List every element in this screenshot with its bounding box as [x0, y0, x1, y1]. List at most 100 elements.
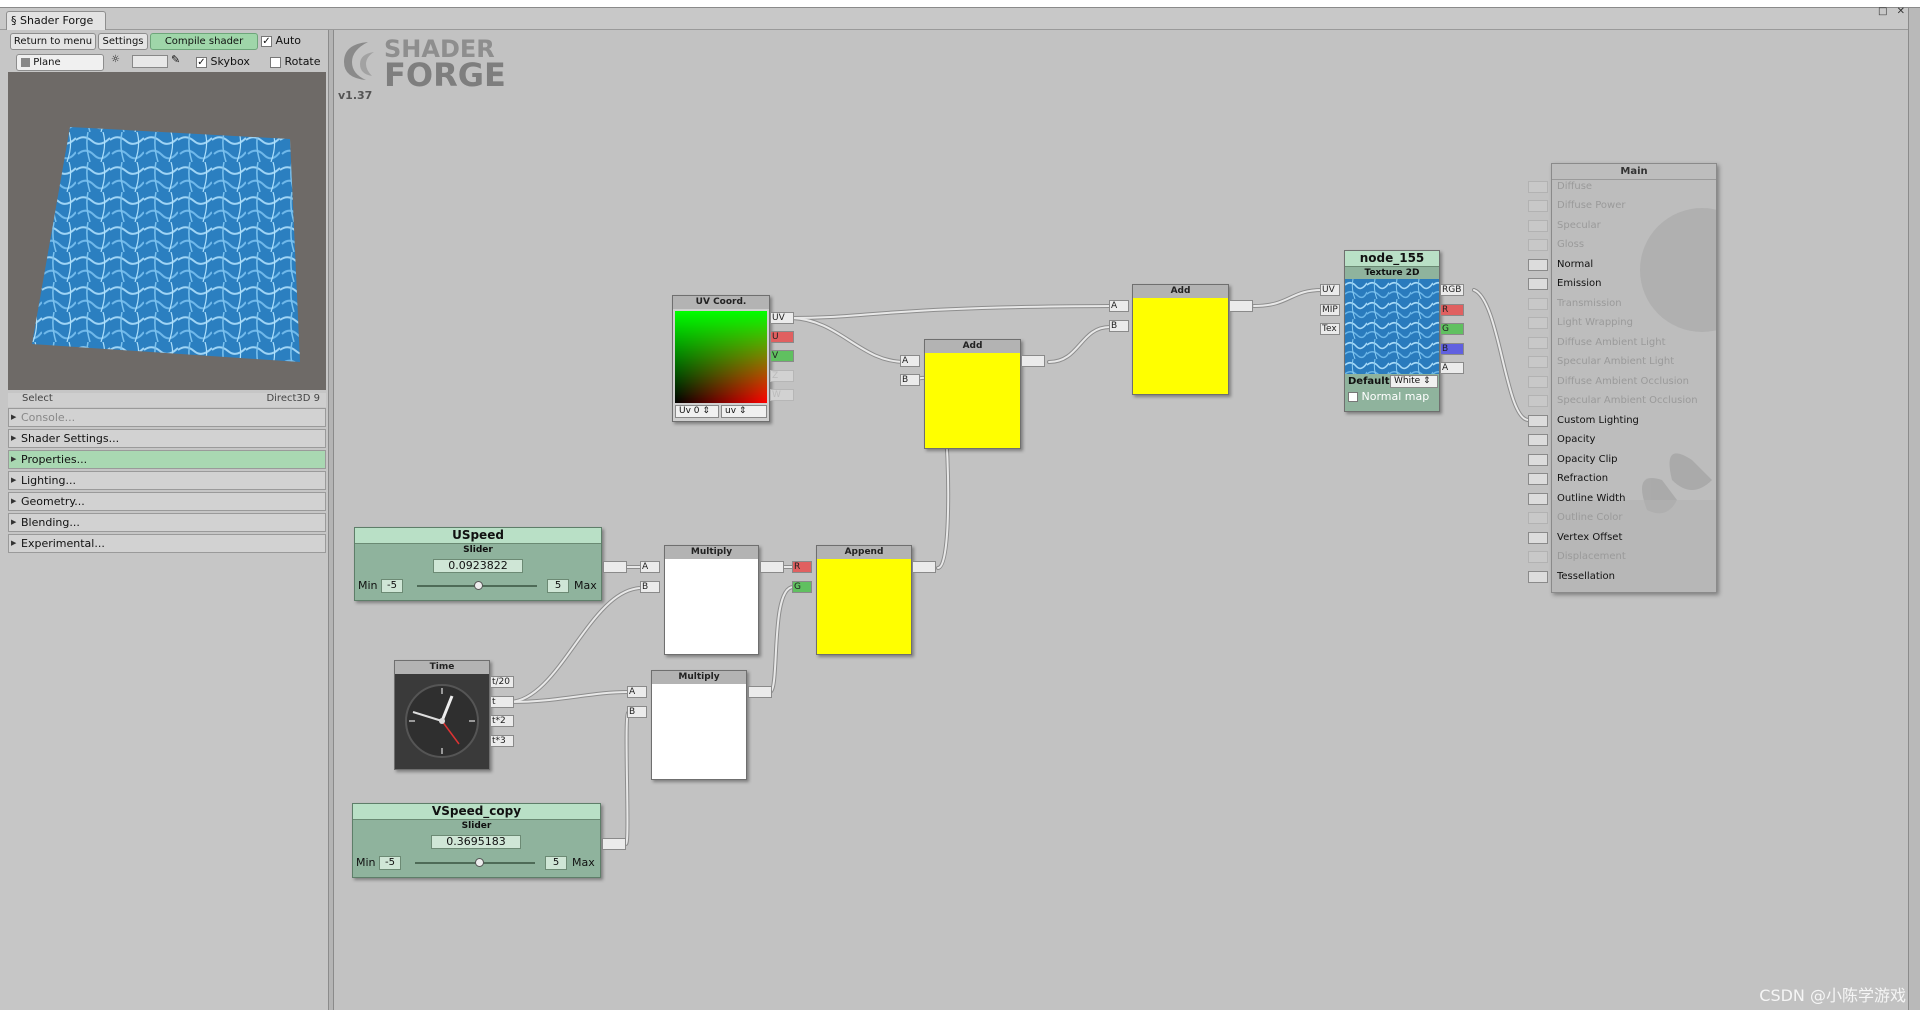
- main-port-custom-lighting[interactable]: [1528, 415, 1548, 427]
- texture-input-mip[interactable]: MIP: [1320, 304, 1340, 316]
- add1-input-a[interactable]: A: [900, 355, 920, 367]
- uspeed-value-field[interactable]: 0.0923822: [433, 559, 523, 573]
- texture-out-r[interactable]: R: [1440, 304, 1464, 316]
- uv-coord-out-uv[interactable]: UV: [770, 312, 794, 324]
- main-port-opacity[interactable]: [1528, 434, 1548, 446]
- lighting-accordion[interactable]: Lighting...: [8, 471, 326, 490]
- texture-out-a[interactable]: A: [1440, 362, 1464, 374]
- time-out-t[interactable]: t: [490, 696, 514, 708]
- main-port-specular[interactable]: [1528, 220, 1548, 232]
- mesh-dropdown[interactable]: Plane: [16, 54, 104, 71]
- time-out-t2[interactable]: t*2: [490, 715, 514, 727]
- add1-input-b[interactable]: B: [900, 374, 920, 386]
- main-port-displacement[interactable]: [1528, 551, 1548, 563]
- main-port-transmission[interactable]: [1528, 298, 1548, 310]
- texture-out-b[interactable]: B: [1440, 343, 1464, 355]
- compile-shader-button[interactable]: Compile shader: [150, 33, 258, 50]
- settings-button[interactable]: Settings: [98, 33, 148, 50]
- main-port-tessellation[interactable]: [1528, 571, 1548, 583]
- multiply1-node[interactable]: Multiply: [664, 545, 759, 655]
- add2-input-a[interactable]: A: [1109, 300, 1129, 312]
- uv-channel-dropdown[interactable]: Uv 0 ⇕: [675, 405, 719, 418]
- texture-out-rgb[interactable]: RGB: [1440, 284, 1464, 296]
- texture-input-tex[interactable]: Tex: [1320, 323, 1340, 335]
- rotate-toggle[interactable]: Rotate: [270, 55, 321, 68]
- uv-coord-out-v[interactable]: V: [770, 350, 794, 362]
- vspeed-output[interactable]: [602, 838, 626, 850]
- main-port-light-wrapping[interactable]: [1528, 317, 1548, 329]
- vspeed-max-field[interactable]: 5: [545, 856, 567, 870]
- uv-coord-node[interactable]: UV Coord. Uv 0 ⇕ uv ⇕: [672, 295, 770, 422]
- properties-accordion[interactable]: Properties...: [8, 450, 326, 469]
- add2-node[interactable]: Add: [1132, 284, 1229, 395]
- uspeed-output[interactable]: [603, 561, 627, 573]
- rotate-checkbox-icon[interactable]: [270, 56, 281, 68]
- main-port-diffuse-power[interactable]: [1528, 200, 1548, 212]
- eyedropper-icon[interactable]: ✎: [171, 53, 180, 66]
- vspeed-slider-node[interactable]: VSpeed_copy Slider 0.3695183 Min -5 5 Ma…: [352, 803, 601, 878]
- uspeed-min-field[interactable]: -5: [381, 579, 403, 593]
- experimental-accordion[interactable]: Experimental...: [8, 534, 326, 553]
- add1-output[interactable]: [1021, 355, 1045, 367]
- select-label[interactable]: Select: [22, 393, 53, 404]
- vspeed-value-field[interactable]: 0.3695183: [431, 835, 521, 849]
- multiply1-input-b[interactable]: B: [640, 581, 660, 593]
- append-node[interactable]: Append: [816, 545, 912, 655]
- texture-out-g[interactable]: G: [1440, 323, 1464, 335]
- main-port-normal[interactable]: [1528, 259, 1548, 271]
- light-icon[interactable]: ☼: [111, 54, 120, 65]
- main-port-outline-width[interactable]: [1528, 493, 1548, 505]
- texture-default-dropdown[interactable]: White ⇕: [1390, 375, 1438, 388]
- multiply2-input-a[interactable]: A: [627, 686, 647, 698]
- uspeed-slider-node[interactable]: USpeed Slider 0.0923822 Min -5 5 Max: [354, 527, 602, 601]
- time-out-t20[interactable]: t/20: [490, 676, 514, 688]
- append-input-r[interactable]: R: [792, 561, 812, 573]
- shader-preview-viewport[interactable]: [8, 72, 326, 390]
- multiply1-output[interactable]: [760, 561, 784, 573]
- main-port-diffuse-ambient-occlusion[interactable]: [1528, 376, 1548, 388]
- uv-coord-out-w[interactable]: W: [770, 389, 794, 401]
- texture2d-node[interactable]: node_155 Texture 2D Default White ⇕ Norm…: [1344, 250, 1440, 412]
- multiply1-input-a[interactable]: A: [640, 561, 660, 573]
- auto-toggle[interactable]: ✓ Auto: [261, 34, 301, 47]
- multiply2-output[interactable]: [748, 686, 772, 698]
- skybox-checkbox-icon[interactable]: ✓: [196, 56, 207, 68]
- skybox-toggle[interactable]: ✓ Skybox: [196, 55, 250, 68]
- right-edge-scrollbar[interactable]: [1908, 8, 1920, 1010]
- uv-mode-dropdown[interactable]: uv ⇕: [721, 405, 767, 418]
- main-port-emission[interactable]: [1528, 278, 1548, 290]
- main-port-specular-ambient-occlusion[interactable]: [1528, 395, 1548, 407]
- main-port-diffuse-ambient-light[interactable]: [1528, 337, 1548, 349]
- return-to-menu-button[interactable]: Return to menu: [10, 33, 96, 50]
- texture-input-uv[interactable]: UV: [1320, 284, 1340, 296]
- auto-checkbox-icon[interactable]: ✓: [261, 35, 272, 47]
- normal-map-toggle[interactable]: Normal map: [1345, 390, 1439, 404]
- main-port-refraction[interactable]: [1528, 473, 1548, 485]
- add2-input-b[interactable]: B: [1109, 320, 1129, 332]
- shader-settings-accordion[interactable]: Shader Settings...: [8, 429, 326, 448]
- main-port-diffuse[interactable]: [1528, 181, 1548, 193]
- main-port-gloss[interactable]: [1528, 239, 1548, 251]
- time-out-t3[interactable]: t*3: [490, 735, 514, 747]
- uspeed-max-field[interactable]: 5: [547, 579, 569, 593]
- window-controls[interactable]: □ ✕: [1878, 6, 1908, 17]
- background-color-swatch[interactable]: [132, 55, 168, 68]
- append-input-g[interactable]: G: [792, 581, 812, 593]
- vspeed-min-field[interactable]: -5: [379, 856, 401, 870]
- console-accordion[interactable]: Console...: [8, 408, 326, 427]
- normal-map-checkbox-icon[interactable]: [1348, 392, 1358, 402]
- time-node[interactable]: Time: [394, 660, 490, 770]
- uspeed-slider-thumb[interactable]: [473, 581, 483, 590]
- add1-node[interactable]: Add: [924, 339, 1021, 449]
- multiply2-node[interactable]: Multiply: [651, 670, 747, 780]
- blending-accordion[interactable]: Blending...: [8, 513, 326, 532]
- main-port-vertex-offset[interactable]: [1528, 532, 1548, 544]
- main-port-specular-ambient-light[interactable]: [1528, 356, 1548, 368]
- main-port-outline-color[interactable]: [1528, 512, 1548, 524]
- vspeed-slider-thumb[interactable]: [474, 858, 484, 867]
- uv-coord-out-z[interactable]: Z: [770, 370, 794, 382]
- main-port-opacity-clip[interactable]: [1528, 454, 1548, 466]
- geometry-accordion[interactable]: Geometry...: [8, 492, 326, 511]
- uv-coord-out-u[interactable]: U: [770, 331, 794, 343]
- add2-output[interactable]: [1229, 300, 1253, 312]
